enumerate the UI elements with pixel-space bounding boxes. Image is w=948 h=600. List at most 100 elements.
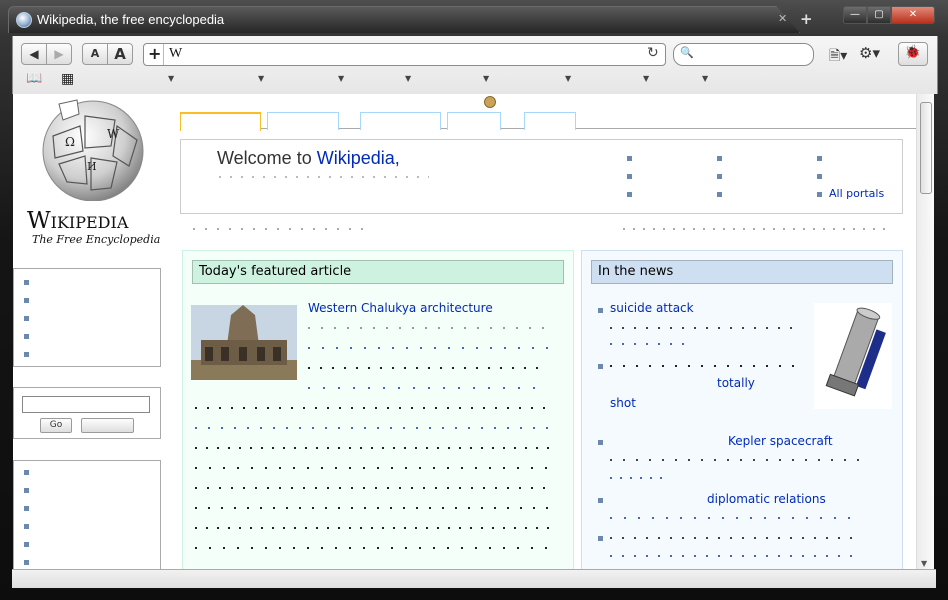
bookmark-arrow-icon[interactable]: ▼ xyxy=(168,74,174,83)
add-bookmark-icon[interactable]: + xyxy=(148,44,161,63)
tab-close-icon[interactable]: ✕ xyxy=(778,12,787,25)
sidebar-search: Go xyxy=(13,387,161,439)
sidebar-search-input[interactable] xyxy=(22,396,150,413)
bookmark-arrow-icon[interactable]: ▼ xyxy=(565,74,571,83)
text-line xyxy=(308,327,548,329)
temple-thumbnail-icon[interactable] xyxy=(191,305,297,380)
portal-item[interactable] xyxy=(717,192,722,197)
text-line xyxy=(610,365,800,367)
list-item[interactable] xyxy=(24,316,29,321)
search-button[interactable] xyxy=(81,418,134,433)
scroll-down-icon[interactable]: ▼ xyxy=(921,559,927,568)
list-item[interactable] xyxy=(24,506,29,511)
text-larger-button[interactable]: A xyxy=(107,43,133,65)
portal-item[interactable] xyxy=(627,192,632,197)
portal-item[interactable] xyxy=(817,156,822,161)
list-item[interactable] xyxy=(24,524,29,529)
bookmark-arrow-icon[interactable]: ▼ xyxy=(483,74,489,83)
bug-icon[interactable]: 🐞 xyxy=(898,42,928,66)
reload-icon[interactable]: ↻ xyxy=(647,45,659,61)
user-icon[interactable] xyxy=(484,96,496,108)
url-text[interactable]: W xyxy=(169,46,182,62)
list-item[interactable] xyxy=(24,542,29,547)
bookmark-arrow-icon[interactable]: ▼ xyxy=(702,74,708,83)
welcome-link[interactable]: Wikipedia, xyxy=(317,148,400,168)
address-divider xyxy=(163,44,164,65)
text-smaller-button[interactable]: A xyxy=(82,43,108,65)
list-item[interactable] xyxy=(24,298,29,303)
text-line xyxy=(308,387,548,389)
text-line xyxy=(195,507,555,509)
wikipedia-globe-icon: Ω W И xyxy=(42,99,144,201)
featured-article-header: Today's featured article xyxy=(192,260,564,284)
news-link[interactable]: suicide attack xyxy=(610,301,694,315)
forward-button[interactable]: ▶ xyxy=(46,43,72,65)
news-item[interactable] xyxy=(598,498,603,503)
address-bar[interactable]: + W ↻ xyxy=(143,43,666,66)
list-item[interactable] xyxy=(24,334,29,339)
go-button[interactable]: Go xyxy=(40,418,72,433)
news-link[interactable]: diplomatic relations xyxy=(707,492,826,506)
bookmark-arrow-icon[interactable]: ▼ xyxy=(338,74,344,83)
news-link[interactable]: Kepler spacecraft xyxy=(728,434,833,448)
page-menu-icon[interactable]: 🗎▾ xyxy=(829,45,847,69)
text-line xyxy=(610,537,860,539)
maximize-button[interactable]: ▢ xyxy=(867,6,891,24)
text-line xyxy=(610,343,690,345)
tab-discussion[interactable] xyxy=(267,112,339,130)
text-line xyxy=(610,477,670,479)
text-line xyxy=(195,427,555,429)
bookmarks-icon[interactable]: 📖 xyxy=(26,71,42,86)
news-item[interactable] xyxy=(598,440,603,445)
news-item[interactable] xyxy=(598,308,603,313)
close-button[interactable]: ✕ xyxy=(891,6,935,24)
tab-history[interactable] xyxy=(447,112,501,130)
featured-article-box: Today's featured article Western Chaluky… xyxy=(182,250,574,569)
logo-title[interactable]: Wikipedia xyxy=(27,208,128,234)
list-item[interactable] xyxy=(24,280,29,285)
list-item[interactable] xyxy=(24,470,29,475)
settings-menu-icon[interactable]: ⚙▾ xyxy=(859,44,880,62)
welcome-banner: Welcome to Wikipedia, All portals xyxy=(180,139,903,214)
bookmark-arrow-icon[interactable]: ▼ xyxy=(405,74,411,83)
news-item[interactable] xyxy=(598,364,603,369)
sidebar-interaction xyxy=(13,460,161,569)
in-the-news-box: In the news suicide attack totally shot … xyxy=(581,250,903,569)
minimize-button[interactable]: — xyxy=(843,6,867,24)
list-item[interactable] xyxy=(24,560,29,565)
portal-item[interactable] xyxy=(717,174,722,179)
welcome-prefix: Welcome to xyxy=(217,148,317,168)
text-line xyxy=(195,467,555,469)
speed-dial-icon[interactable]: ▦ xyxy=(61,71,74,87)
welcome-heading: Welcome to Wikipedia, xyxy=(217,148,400,169)
portal-item[interactable] xyxy=(627,156,632,161)
tab-main-page[interactable] xyxy=(180,112,261,131)
portal-item[interactable] xyxy=(717,156,722,161)
vertical-scrollbar[interactable]: ▼ xyxy=(916,94,934,569)
tab-view-source[interactable] xyxy=(360,112,441,130)
back-button[interactable]: ◀ xyxy=(21,43,47,65)
news-link[interactable]: shot xyxy=(610,396,636,410)
bookmark-arrow-icon[interactable]: ▼ xyxy=(258,74,264,83)
text-line xyxy=(219,176,429,178)
news-item[interactable] xyxy=(598,536,603,541)
list-item[interactable] xyxy=(24,488,29,493)
sidebar-navigation xyxy=(13,268,161,367)
portal-item[interactable] xyxy=(817,174,822,179)
bookmark-arrow-icon[interactable]: ▼ xyxy=(643,74,649,83)
portal-item[interactable] xyxy=(817,192,822,197)
spacecraft-thumbnail-icon[interactable] xyxy=(814,303,892,409)
scrollbar-thumb[interactable] xyxy=(920,102,932,194)
text-line xyxy=(195,447,555,449)
new-tab-button[interactable]: + xyxy=(800,10,813,28)
search-input[interactable]: 🔍 xyxy=(673,43,814,66)
portal-item[interactable] xyxy=(627,174,632,179)
featured-article-link[interactable]: Western Chalukya architecture xyxy=(308,301,493,315)
page-content: Ω W И Wikipedia The Free Encyclopedia Go… xyxy=(13,94,916,569)
tab-extra[interactable] xyxy=(524,112,576,130)
text-line xyxy=(195,407,555,409)
search-icon[interactable]: 🔍 xyxy=(680,46,694,59)
all-portals-link[interactable]: All portals xyxy=(829,187,884,200)
news-link[interactable]: totally xyxy=(717,376,755,390)
list-item[interactable] xyxy=(24,352,29,357)
